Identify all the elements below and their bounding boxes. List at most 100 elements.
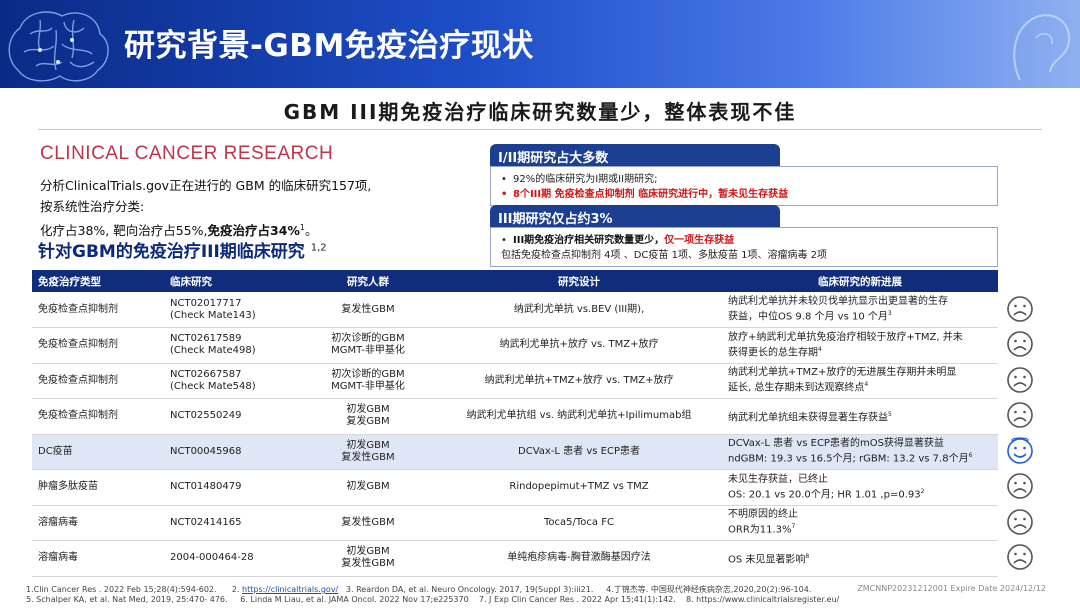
population-1: 初发GBM — [346, 439, 390, 451]
progress-ref: 4 — [864, 381, 869, 389]
trial-id: NCT02667587 — [170, 368, 242, 380]
trial-alias: (Check Mate498) — [170, 345, 256, 357]
progress-2: 延长, 总生存期未到达观察终点 — [728, 382, 865, 394]
cell-type: 免疫检查点抑制剂 — [32, 398, 164, 435]
intro-line-2: 按系统性治疗分类: — [40, 199, 145, 214]
progress-ref: 2 — [920, 487, 925, 495]
trial-id: NCT02550249 — [170, 410, 242, 422]
footnote-5: 5. Schalper KA, et al. Nat Med, 2019, 25… — [26, 595, 228, 604]
box2-body: III期免疫治疗相关研究数量更少，仅一项生存获益 包括免疫检查点抑制剂 4项 、… — [490, 227, 998, 267]
table-caption: 针对GBM的免疫治疗III期临床研究 1,2 — [38, 237, 327, 262]
cell-progress: 放疗+纳武利尤单抗免疫治疗相较于放疗+TMZ, 并未 获得更长的总生存期4 — [722, 327, 998, 364]
cell-design: DCVax-L 患者 vs ECP患者 — [436, 434, 722, 470]
sad-face-icon — [1003, 291, 1037, 327]
cell-trial: NCT00045968 — [164, 434, 300, 470]
header-banner: 研究背景-GBM免疫治疗现状 — [0, 0, 1080, 88]
box1-item-1: 92%的临床研究为I期或II期研究; — [501, 172, 987, 187]
footnote-line-1: 1.Clin Cancer Res . 2022 Feb 15;28(4):59… — [26, 584, 811, 595]
table-row: DC疫苗 NCT00045968 初发GBM 复发性GBM DCVax-L 患者 vs … — [32, 434, 998, 470]
population-1: 初次诊断的GBM — [331, 368, 405, 380]
cell-progress: 纳武利尤单抗组未获得显著生存获益5 — [722, 398, 998, 435]
trials-table: 免疫治疗类型 临床研究 研究人群 研究设计 临床研究的新进展 免疫检查点抑制剂 N… — [32, 270, 998, 577]
trial-id: NCT02617589 — [170, 333, 242, 345]
heading-divider — [38, 129, 1042, 130]
table-row: 免疫检查点抑制剂 NCT02617589 (Check Mate498) 初次诊断的G… — [32, 327, 998, 364]
cell-progress: DCVax-L 患者 vs ECP患者的mOS获得显著获益 ndGBM: 19.3… — [722, 434, 998, 470]
progress-ref: 3 — [887, 309, 892, 317]
intro-text: 分析ClinicalTrials.gov正在进行的 GBM 的临床研究157项,… — [40, 175, 371, 241]
progress-ref: 6 — [968, 452, 973, 460]
sad-face-icon — [1003, 504, 1037, 540]
brain-icon — [8, 11, 109, 82]
cell-population: 复发性GBM — [300, 505, 436, 541]
table-row: 免疫检查点抑制剂 NCT02550249 初发GBM 复发GBM 纳武利尤单抗组 vs.… — [32, 398, 998, 435]
table-row: 溶瘤病毒 2004-000464-28 初发GBM 复发性GBM 单纯疱疹病毒-胸苷激酶… — [32, 540, 998, 577]
table-row: 免疫检查点抑制剂 NCT02017717 (Check Mate143) 复发性GBM… — [32, 292, 998, 328]
footnote-3: 3. Reardon DA, et al. Neuro Oncology. 20… — [345, 585, 594, 594]
cell-progress: 纳武利尤单抗并未较贝伐单抗显示出更显著的生存 获益，中位OS 9.8 个月 vs … — [722, 292, 998, 328]
population-1: 复发性GBM — [341, 303, 395, 315]
box2-item-1: III期免疫治疗相关研究数量更少，仅一项生存获益 — [501, 233, 987, 248]
progress-1: 纳武利尤单抗+TMZ+放疗的无进展生存期并未明显 — [728, 367, 957, 379]
population-1: 初发GBM — [346, 546, 390, 558]
page-title: 研究背景-GBM免疫治疗现状 — [124, 28, 534, 64]
cell-trial: NCT02667587 (Check Mate548) — [164, 363, 300, 399]
intro-line-3a: 化疗占38%, 靶向治疗占55%, — [40, 223, 208, 239]
cell-population: 复发性GBM — [300, 292, 436, 328]
population-2: 复发性GBM — [341, 558, 395, 570]
box2-title: III期研究仅占约3% — [490, 205, 780, 227]
progress-ref: 5 — [888, 410, 892, 418]
population-2: 复发性GBM — [341, 451, 395, 463]
sad-face-icon — [1003, 362, 1037, 398]
progress-1: 放疗+纳武利尤单抗免疫治疗相较于放疗+TMZ, 并未 — [728, 331, 963, 343]
footnote-8: 8. https://www.clinicaltrialsregister.eu… — [685, 595, 840, 604]
cell-design: 纳武利尤单抗+放疗 vs. TMZ+放疗 — [436, 327, 722, 364]
trial-alias: (Check Mate143) — [170, 309, 256, 321]
cell-population: 初次诊断的GBM MGMT-非甲基化 — [300, 363, 436, 399]
outcome-faces — [1003, 291, 1037, 575]
intro-line-1: 分析ClinicalTrials.gov正在进行的 GBM 的临床研究157项, — [40, 178, 372, 193]
footnote-2-link[interactable]: https://clinicaltrials.gov/ — [242, 585, 338, 594]
progress-1: OS 未见显著影响 — [728, 553, 806, 565]
cell-design: 单纯疱疹病毒-胸苷激酶基因疗法 — [436, 540, 722, 577]
box1-body: 92%的临床研究为I期或II期研究; 8个III期 免疫检查点抑制剂 临床研究进… — [490, 166, 998, 206]
trial-id: 2004-000464-28 — [170, 552, 254, 564]
population-1: 初发GBM — [346, 404, 390, 416]
table-row: 免疫检查点抑制剂 NCT02667587 (Check Mate548) 初次诊断的G… — [32, 363, 998, 399]
col-header-trial: 临床研究 — [164, 270, 300, 292]
cell-progress: 未见生存获益，已终止 OS: 20.1 vs 20.0个月; HR 1.01 ,p… — [722, 469, 998, 506]
progress-2: OS: 20.1 vs 20.0个月; HR 1.01 ,p=0.93 — [728, 488, 921, 500]
footnote-6: 6. Linda M Liau, et al. JAMA Oncol. 2022… — [240, 595, 469, 604]
intro-line-3b: 免疫治疗占34% — [207, 223, 300, 239]
col-header-type: 免疫治疗类型 — [32, 270, 164, 292]
ear-icon — [1013, 14, 1071, 81]
cell-design: Rindopepimut+TMZ vs TMZ — [436, 469, 722, 506]
trial-id: NCT02414165 — [170, 516, 242, 528]
population-1: 初发GBM — [346, 481, 390, 493]
footnote-4: 4.丁锦杰等. 中国现代神经疾病杂志,2020,20(2):96-104. — [606, 585, 812, 594]
box2-item-1b: 仅一项生存获益 — [664, 235, 735, 246]
sad-face-icon — [1003, 540, 1037, 576]
cell-type: 肿瘤多肽疫苗 — [32, 469, 164, 506]
progress-ref: 8 — [805, 552, 810, 560]
progress-2: 获益，中位OS 9.8 个月 vs 10 个月 — [728, 311, 888, 323]
cell-population: 初发GBM 复发性GBM — [300, 540, 436, 577]
table-caption-text: 针对GBM的免疫治疗III期临床研究 — [38, 242, 305, 262]
document-code: ZMCNNP20231212001 Expire Date 2024/12/12 — [857, 584, 1046, 593]
intro-line-3c: 。 — [305, 223, 318, 239]
trial-id: NCT00045968 — [170, 445, 242, 457]
cell-type: 免疫检查点抑制剂 — [32, 363, 164, 399]
progress-2: 获得更长的总生存期 — [728, 346, 818, 358]
table-row: 肿瘤多肽疫苗 NCT01480479 初发GBM Rindopepimut+TMZ v… — [32, 469, 998, 506]
cell-trial: NCT02017717 (Check Mate143) — [164, 292, 300, 328]
trial-id: NCT02017717 — [170, 297, 242, 309]
population-2: 复发GBM — [346, 416, 390, 428]
cell-population: 初次诊断的GBM MGMT-非甲基化 — [300, 327, 436, 364]
col-header-population: 研究人群 — [300, 270, 436, 292]
cell-progress: 纳武利尤单抗+TMZ+放疗的无进展生存期并未明显 延长, 总生存期未到达观察终点4 — [722, 363, 998, 399]
progress-1: 纳武利尤单抗并未较贝伐单抗显示出更显著的生存 — [728, 295, 948, 307]
cell-population: 初发GBM 复发GBM — [300, 398, 436, 435]
box2-item-1a: III期免疫治疗相关研究数量更少， — [513, 235, 665, 246]
progress-2: ORR为11.3% — [728, 524, 792, 536]
box1-item-2: 8个III期 免疫检查点抑制剂 临床研究进行中，暂未见生存获益 — [501, 187, 987, 202]
